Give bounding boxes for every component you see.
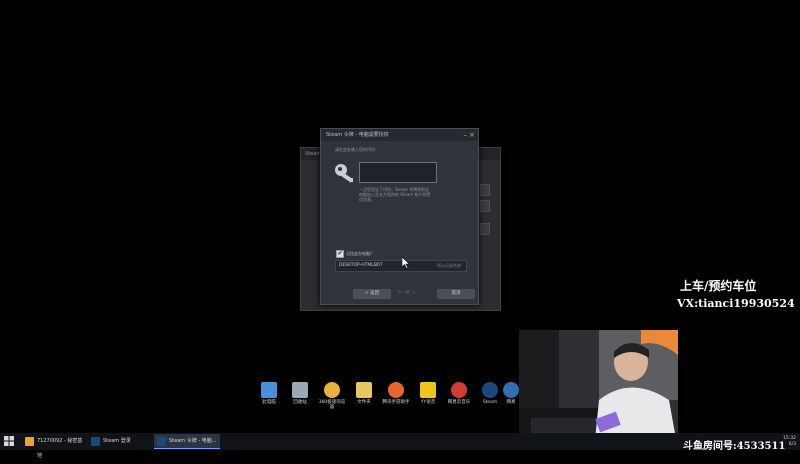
taskbar-item-steam-login[interactable]: Steam 登录 bbox=[88, 434, 150, 449]
key-icon bbox=[335, 164, 354, 183]
taskbar-item-qq-group[interactable]: 71270092 - 秘密基地 bbox=[22, 434, 84, 459]
login-window-field-edge bbox=[480, 223, 490, 235]
computer-name-input[interactable]: DESKTOP-HTMLB07 所以记录名称 bbox=[335, 260, 467, 272]
overlay-booking-text: 上车/预约车位 bbox=[680, 279, 757, 293]
desktop-icon-netease[interactable]: 网易 bbox=[503, 382, 519, 405]
desktop-icon-tencent-game-helper[interactable]: 腾讯手游助手 bbox=[381, 382, 411, 405]
desktop-icon-steam[interactable]: Steam bbox=[475, 382, 505, 405]
desktop-icon-yy-voice[interactable]: YY语音 bbox=[413, 382, 443, 405]
code-input[interactable] bbox=[359, 162, 437, 183]
streamer-webcam bbox=[519, 330, 678, 450]
qq-group-icon bbox=[25, 437, 34, 446]
browser-360-icon bbox=[324, 382, 340, 398]
tencent-game-helper-icon bbox=[388, 382, 404, 398]
windows-start-icon[interactable] bbox=[4, 436, 14, 446]
steam-icon bbox=[91, 437, 100, 446]
steam-icon bbox=[157, 437, 166, 446]
login-window-field-edge bbox=[480, 184, 490, 196]
explain-line-3: 信列表。 bbox=[359, 197, 375, 202]
desktop-icon-folder[interactable]: 文件夹 bbox=[349, 382, 379, 405]
mouse-cursor-icon bbox=[402, 257, 410, 269]
desktop-icon-360-browser[interactable]: 360极速浏览器 bbox=[317, 382, 347, 410]
remember-checkbox[interactable]: ✔ bbox=[336, 250, 344, 258]
code-prompt: 请在此处输入您的代码： bbox=[335, 147, 379, 152]
yy-voice-icon bbox=[420, 382, 436, 398]
computer-icon bbox=[261, 382, 277, 398]
recycle-bin-icon bbox=[292, 382, 308, 398]
login-window-field-edge bbox=[480, 200, 490, 212]
dialog-title: Steam 令牌 - 电脑需要授权 bbox=[326, 132, 389, 138]
taskbar-item-steam-guard[interactable]: Steam 令牌 - 电脑... bbox=[154, 434, 220, 449]
steam-icon bbox=[482, 382, 498, 398]
desktop-icon-netease-music[interactable]: 网易云音乐 bbox=[444, 382, 474, 405]
remember-label: 记住这台电脑？ bbox=[346, 251, 374, 256]
desktop-icon-this-pc[interactable]: 此电脑 bbox=[254, 382, 284, 405]
computer-name-value: DESKTOP-HTMLB07 bbox=[339, 263, 383, 268]
netease-icon bbox=[503, 382, 519, 398]
next-button[interactable]: 下一步 > bbox=[396, 289, 416, 299]
back-button[interactable]: < 返回 bbox=[353, 289, 391, 299]
close-button[interactable]: × bbox=[469, 131, 475, 139]
minimize-button[interactable]: – bbox=[463, 131, 467, 139]
dialog-titlebar: Steam 令牌 - 电脑需要授权 – × bbox=[321, 129, 478, 141]
desktop-icon-recycle-bin[interactable]: 回收站 bbox=[285, 382, 315, 405]
folder-icon bbox=[356, 382, 372, 398]
steam-guard-dialog: Steam 令牌 - 电脑需要授权 – × 请在此处输入您的代码： 一旦您验证了… bbox=[320, 128, 479, 305]
netease-music-icon bbox=[451, 382, 467, 398]
computer-name-hint: 所以记录名称 bbox=[437, 263, 461, 268]
window-controls: – × bbox=[463, 129, 475, 141]
overlay-wechat-text: VX:tianci19930524 bbox=[677, 297, 795, 310]
cancel-button[interactable]: 取消 bbox=[437, 289, 475, 299]
